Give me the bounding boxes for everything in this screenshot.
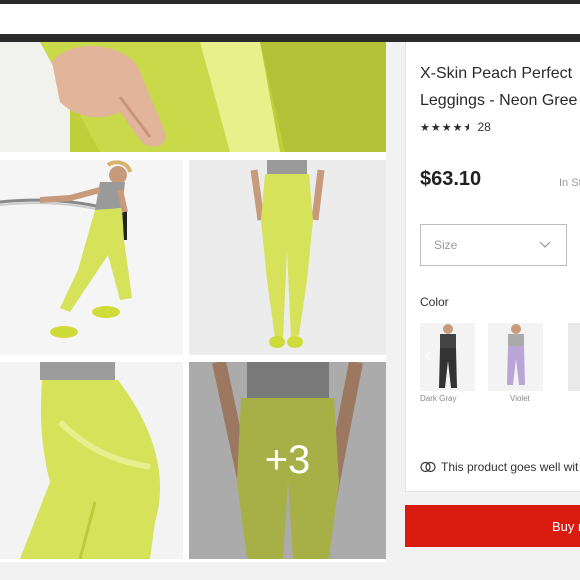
product-rating[interactable]: ★★★★★ 28 bbox=[420, 120, 491, 134]
product-title-line-2: Leggings - Neon Gree bbox=[420, 92, 578, 109]
gallery-image-more[interactable]: +3 bbox=[189, 362, 386, 559]
size-select[interactable]: Size bbox=[420, 224, 567, 266]
carousel-prev-icon[interactable]: ‹ bbox=[420, 339, 436, 371]
color-swatch-next[interactable] bbox=[568, 323, 580, 391]
product-info-panel: X-Skin Peach Perfect Leggings - Neon Gre… bbox=[405, 42, 580, 492]
color-swatch-violet[interactable] bbox=[488, 323, 543, 391]
header-divider bbox=[0, 34, 580, 42]
gallery-image-side-closeup[interactable] bbox=[0, 362, 183, 559]
product-title: X-Skin Peach Perfect Leggings - Neon Gre… bbox=[420, 60, 580, 114]
review-count: 28 bbox=[477, 120, 491, 134]
product-gallery: +3 bbox=[0, 42, 386, 562]
color-name-dark-gray: Dark Gray bbox=[420, 394, 457, 403]
goes-well-text: This product goes well wit bbox=[441, 460, 579, 474]
gallery-image-rope-pose[interactable] bbox=[0, 160, 183, 355]
color-name-violet: Violet bbox=[510, 394, 530, 403]
more-images-count: +3 bbox=[189, 362, 386, 559]
gallery-image-hand-closeup[interactable] bbox=[0, 42, 386, 152]
product-title-line-1: X-Skin Peach Perfect bbox=[420, 65, 573, 82]
linked-circles-icon bbox=[420, 461, 436, 473]
color-label: Color bbox=[420, 295, 449, 309]
gallery-image-back-view[interactable] bbox=[189, 160, 386, 355]
product-price: $63.10 bbox=[420, 168, 482, 190]
goes-well-with[interactable]: This product goes well wit bbox=[420, 460, 578, 474]
size-select-placeholder: Size bbox=[434, 238, 458, 252]
buy-now-button[interactable]: Buy n bbox=[405, 505, 580, 547]
chevron-down-icon bbox=[539, 241, 551, 248]
top-header-bar bbox=[0, 0, 580, 34]
stock-status: In St bbox=[559, 177, 580, 189]
star-rating-icon: ★★★★★ bbox=[420, 121, 470, 134]
